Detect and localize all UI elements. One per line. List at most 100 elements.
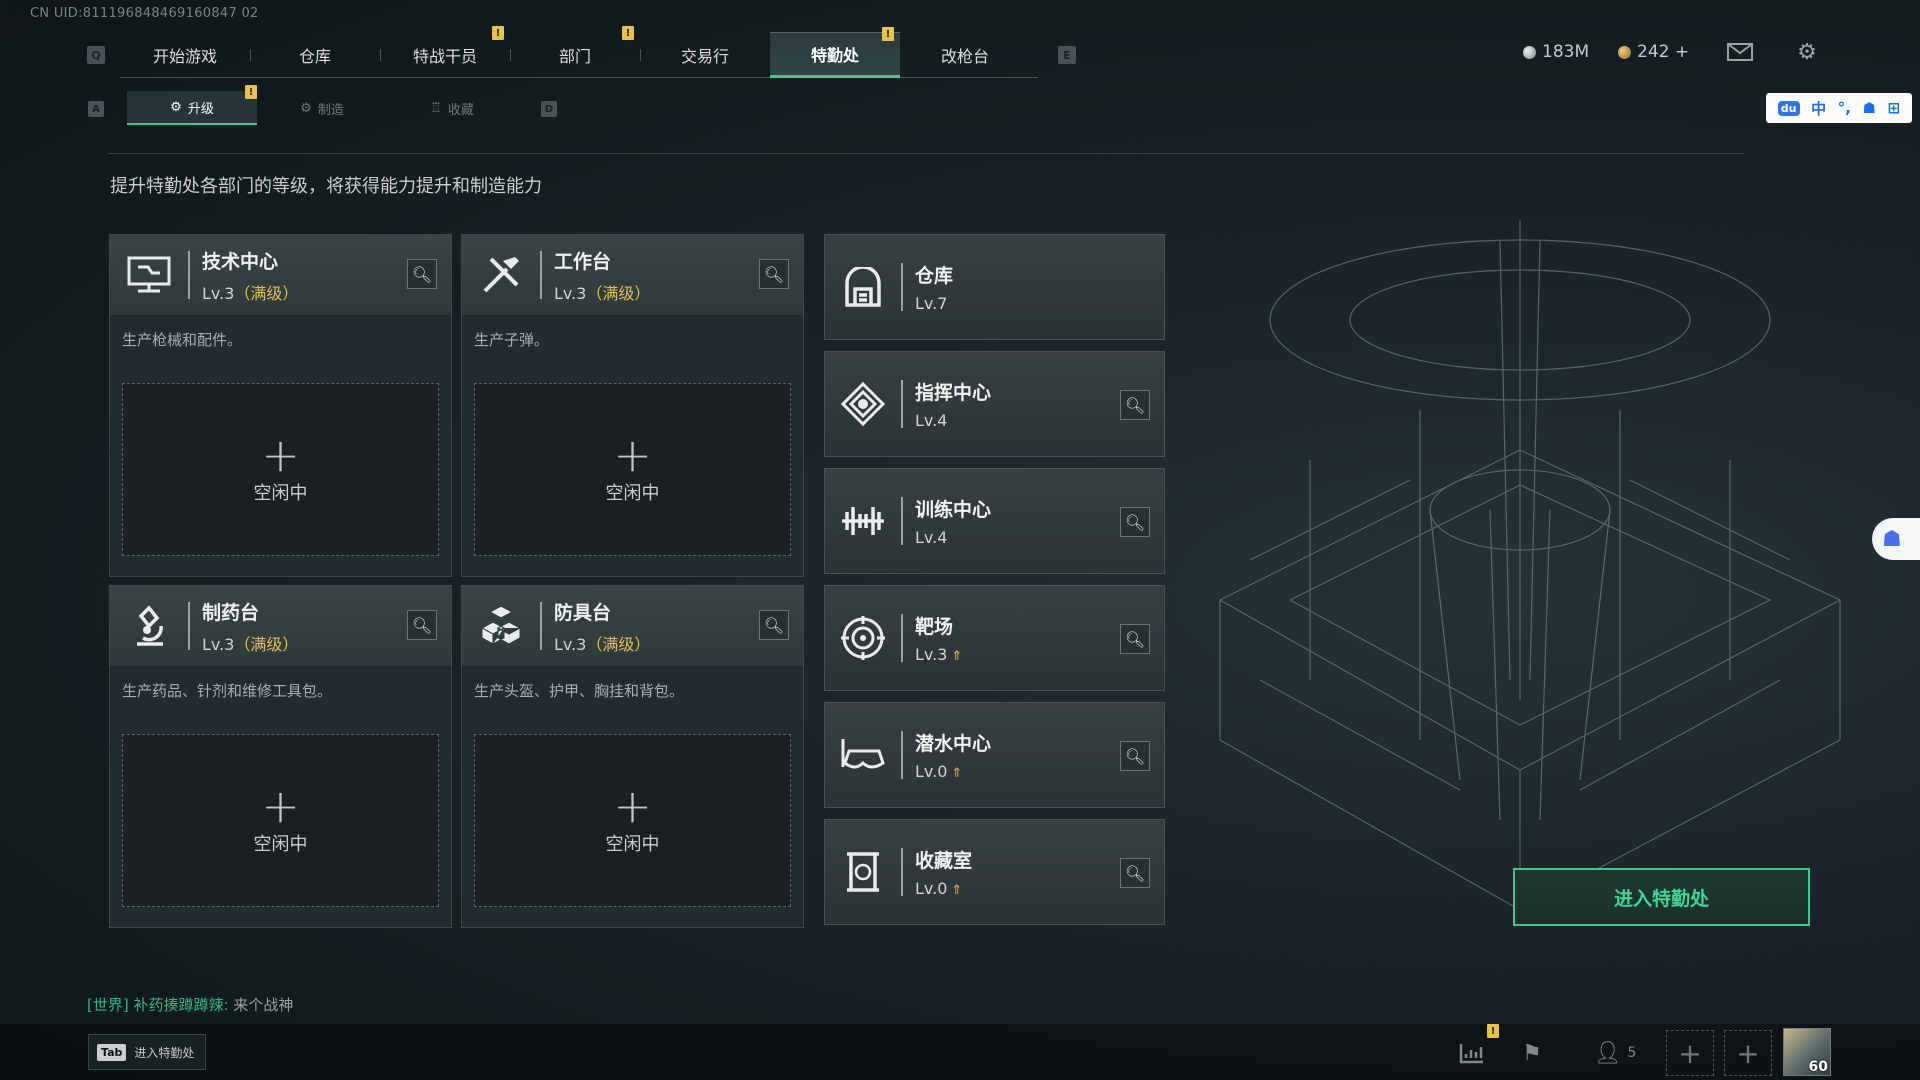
- header-divider: [540, 251, 542, 299]
- ime-punct-toggle[interactable]: °,: [1838, 99, 1851, 117]
- facility-level: Lv.7: [915, 294, 948, 313]
- target-icon: [825, 585, 901, 691]
- alert-badge: !: [1487, 1024, 1499, 1038]
- squad-members[interactable]: 👤︎ 5: [1585, 1036, 1645, 1070]
- max-level-tag: （满级）: [586, 634, 651, 654]
- facility-title: 潜水中心: [915, 733, 992, 755]
- silver-coin-icon: [1523, 45, 1536, 59]
- slot-status: 空闲中: [253, 833, 308, 855]
- facility-level: Lv.3（满级）: [202, 280, 298, 304]
- tab-operators[interactable]: 特战干员!: [380, 26, 510, 78]
- production-slot[interactable]: + 空闲中: [122, 383, 439, 556]
- key-hint-d: D: [541, 101, 557, 117]
- search-icon[interactable]: 🔍︎: [759, 259, 789, 289]
- level-value: Lv.3: [202, 634, 235, 654]
- currency-gold[interactable]: 242 +: [1618, 42, 1689, 62]
- ime-grid-icon[interactable]: ⊞: [1888, 99, 1901, 117]
- search-icon[interactable]: 🔍︎: [1120, 624, 1150, 654]
- gold-amount: 242 +: [1637, 42, 1690, 62]
- facility-level: Lv.0 ⇑: [915, 762, 991, 781]
- facility-card-diving-center[interactable]: 潜水中心 Lv.0 ⇑ 🔍︎: [824, 702, 1165, 808]
- flag-icon[interactable]: ⚑: [1514, 1036, 1550, 1070]
- settings-gear-icon[interactable]: ⚙: [1792, 38, 1822, 66]
- subtab-craft[interactable]: ⚙ 制造: [257, 91, 387, 125]
- tab-special-ops[interactable]: 特勤处!: [770, 27, 900, 78]
- search-icon[interactable]: 🔍︎: [407, 610, 437, 640]
- base-wireframe-illustration: [1218, 220, 1842, 912]
- production-slot[interactable]: + 空闲中: [122, 734, 439, 907]
- warehouse-icon: [825, 234, 901, 340]
- ime-du-icon[interactable]: du: [1777, 100, 1800, 116]
- ime-toolbar[interactable]: du 中 °, ☗ ⊞: [1766, 93, 1912, 123]
- search-icon[interactable]: 🔍︎: [1120, 858, 1150, 888]
- facility-card-shooting-range[interactable]: 靶场 Lv.3 ⇑ 🔍︎: [824, 585, 1165, 691]
- world-chat-line[interactable]: [世界] 补药揍蹲蹲辣: 来个战神: [87, 994, 293, 1015]
- tab-hint-label: 进入特勤处: [134, 1045, 195, 1060]
- add-squad-slot-1[interactable]: +: [1666, 1030, 1714, 1076]
- subtab-label: 制造: [317, 102, 344, 118]
- tab-key: Tab: [97, 1043, 127, 1061]
- tab-label: 仓库: [298, 47, 331, 66]
- card-header: 工作台 Lv.3（满级） 🔍︎: [462, 235, 803, 315]
- ime-user-icon[interactable]: ☗: [1863, 99, 1876, 117]
- chat-channel: [世界]: [87, 996, 129, 1014]
- mail-icon[interactable]: [1725, 38, 1755, 66]
- search-icon[interactable]: 🔍︎: [407, 259, 437, 289]
- squad-count: 5: [1627, 1045, 1637, 1061]
- tab-gunsmith[interactable]: 改枪台: [900, 32, 1030, 78]
- max-level-tag: （满级）: [234, 283, 299, 303]
- assistant-float-icon[interactable]: ☗: [1872, 518, 1920, 560]
- microscope-icon: [110, 586, 188, 666]
- facility-card-command-center[interactable]: 指挥中心 Lv.4 🔍︎: [824, 351, 1165, 457]
- level-value: Lv.0: [915, 879, 948, 898]
- tab-hint-enter-special-ops[interactable]: Tab 进入特勤处: [88, 1034, 206, 1070]
- ime-lang-toggle[interactable]: 中: [1811, 98, 1826, 119]
- tab-label: 特战干员: [412, 47, 477, 66]
- collection-tab-icon: ♖: [430, 100, 442, 116]
- facility-title: 制药台: [202, 601, 260, 624]
- header-divider: [901, 263, 903, 311]
- facility-card-armor-bench[interactable]: 防具台 Lv.3（满级） 🔍︎ 生产头盔、护甲、胸挂和背包。 + 空闲中: [461, 585, 804, 928]
- facility-level: Lv.3（满级）: [202, 631, 298, 655]
- enter-special-ops-button[interactable]: 进入特勤处: [1513, 868, 1810, 926]
- facility-card-warehouse[interactable]: 仓库 Lv.7 🔍︎: [824, 234, 1165, 340]
- subtab-upgrade[interactable]: ⚙ 升级 !: [127, 85, 257, 125]
- facility-title: 指挥中心: [915, 382, 992, 404]
- add-squad-slot-2[interactable]: +: [1724, 1030, 1772, 1076]
- subtab-collection[interactable]: ♖ 收藏: [387, 91, 517, 125]
- header-divider: [901, 848, 903, 896]
- tab-start-game[interactable]: 开始游戏: [120, 32, 250, 78]
- search-icon[interactable]: 🔍︎: [1120, 507, 1150, 537]
- stats-chart-icon[interactable]: [1454, 1036, 1490, 1070]
- currency-silver[interactable]: 183M: [1523, 42, 1589, 62]
- level-value: Lv.3: [202, 283, 235, 303]
- production-slot[interactable]: + 空闲中: [474, 734, 791, 907]
- search-icon[interactable]: 🔍︎: [759, 610, 789, 640]
- facility-card-training-center[interactable]: 训练中心 Lv.4 🔍︎: [824, 468, 1165, 574]
- tab-department[interactable]: 部门!: [510, 26, 640, 78]
- armor-blocks-icon: [462, 586, 540, 666]
- facility-title: 训练中心: [915, 499, 992, 521]
- player-avatar[interactable]: 60: [1783, 1028, 1831, 1076]
- production-slot[interactable]: + 空闲中: [474, 383, 791, 556]
- key-hint-e: E: [1058, 46, 1076, 64]
- facility-title: 仓库: [915, 265, 954, 287]
- search-icon[interactable]: 🔍︎: [1120, 741, 1150, 771]
- facility-description: 生产枪械和配件。: [122, 331, 243, 349]
- facility-card-tech-center[interactable]: 技术中心 Lv.3（满级） 🔍︎ 生产枪械和配件。 + 空闲中: [109, 234, 452, 577]
- upgrade-arrow-icon: ⇑: [951, 883, 963, 898]
- tab-trading[interactable]: 交易行: [640, 32, 770, 78]
- card-header: 防具台 Lv.3（满级） 🔍︎: [462, 586, 803, 666]
- facility-card-pharmacy[interactable]: 制药台 Lv.3（满级） 🔍︎ 生产药品、针剂和维修工具包。 + 空闲中: [109, 585, 452, 928]
- level-value: Lv.0: [915, 762, 948, 781]
- header-divider: [901, 380, 903, 428]
- upgrade-arrow-icon: ⇑: [951, 649, 963, 664]
- collection-icon: [825, 819, 901, 925]
- facility-card-collection-room[interactable]: 收藏室 Lv.0 ⇑ 🔍︎: [824, 819, 1165, 925]
- search-icon[interactable]: 🔍︎: [1120, 390, 1150, 420]
- tab-warehouse[interactable]: 仓库: [250, 32, 380, 78]
- facility-card-workbench[interactable]: 工作台 Lv.3（满级） 🔍︎ 生产子弹。 + 空闲中: [461, 234, 804, 577]
- max-level-tag: （满级）: [586, 283, 651, 303]
- header-divider: [188, 251, 190, 299]
- level-value: Lv.3: [554, 634, 587, 654]
